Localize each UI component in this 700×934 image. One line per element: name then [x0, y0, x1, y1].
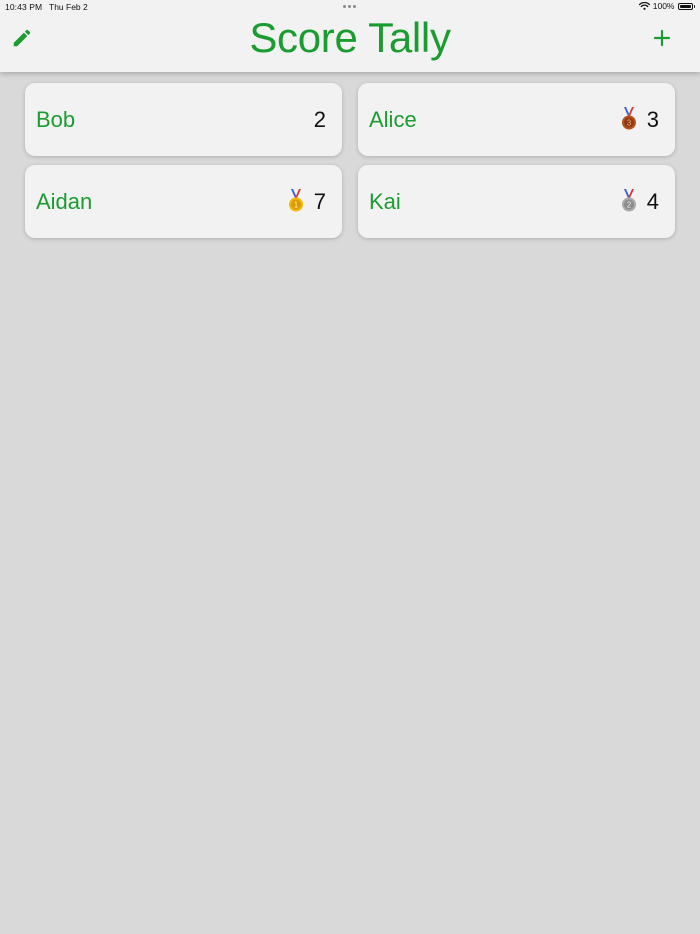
player-card-aidan[interactable]: Aidan 1 7 — [25, 165, 342, 238]
player-grid: Bob 2 Alice 3 3 Aidan 1 7 Kai 2 4 — [25, 83, 675, 238]
plus-icon — [653, 29, 671, 47]
svg-text:2: 2 — [627, 201, 632, 210]
bronze-medal-icon: 3 — [621, 107, 637, 131]
status-bar: 10:43 PM Thu Feb 2 100% — [0, 0, 700, 14]
player-score: 3 — [646, 107, 659, 132]
wifi-icon — [638, 2, 650, 10]
app-header: 10:43 PM Thu Feb 2 100% Score Tally — [0, 0, 700, 72]
player-score: 2 — [313, 107, 326, 132]
status-time: 10:43 PM — [5, 2, 43, 12]
svg-text:3: 3 — [627, 119, 632, 128]
status-indicators: 100% — [638, 1, 695, 11]
status-date: Thu Feb 2 — [49, 2, 88, 12]
player-score: 4 — [646, 189, 659, 214]
player-score: 7 — [313, 189, 326, 214]
player-card-alice[interactable]: Alice 3 3 — [358, 83, 675, 156]
player-name: Alice — [369, 107, 417, 132]
player-name: Bob — [36, 107, 76, 132]
battery-icon — [677, 2, 695, 10]
svg-text:1: 1 — [294, 201, 299, 210]
add-player-button[interactable] — [650, 26, 674, 50]
page-title: Score Tally — [249, 14, 451, 61]
player-name: Aidan — [36, 189, 93, 214]
gold-medal-icon: 1 — [288, 189, 304, 213]
player-card-bob[interactable]: Bob 2 — [25, 83, 342, 156]
player-name: Kai — [369, 189, 401, 214]
battery-percent: 100% — [652, 1, 675, 11]
silver-medal-icon: 2 — [621, 189, 637, 213]
player-card-kai[interactable]: Kai 2 4 — [358, 165, 675, 238]
multitasking-dots-icon[interactable] — [343, 5, 356, 8]
